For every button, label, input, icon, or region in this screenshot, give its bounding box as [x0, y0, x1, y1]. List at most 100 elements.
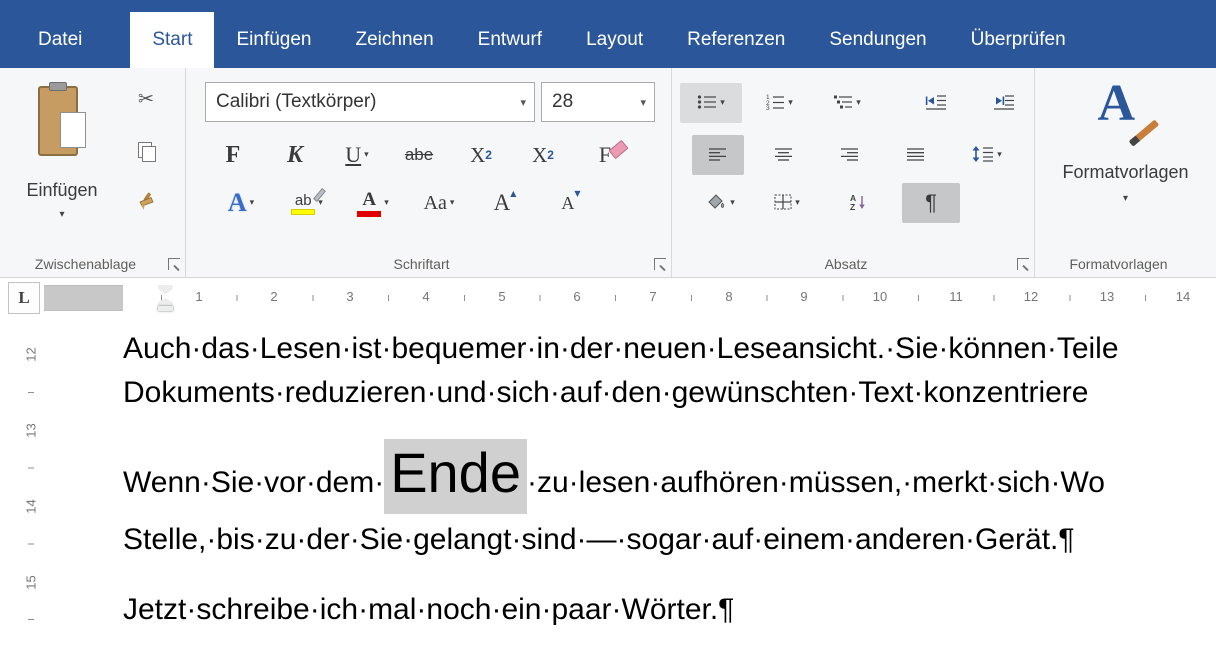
tab-entwurf[interactable]: Entwurf — [456, 12, 564, 68]
paragraph-mark-icon: ¶ — [925, 190, 937, 216]
format-painter-button[interactable] — [126, 186, 166, 220]
copy-icon — [142, 146, 154, 160]
align-left-button[interactable] — [692, 135, 744, 175]
multilevel-list-button[interactable]: ▾ — [816, 83, 878, 123]
tab-referenzen[interactable]: Referenzen — [665, 12, 807, 68]
text-effects-button[interactable]: A▾ — [214, 183, 268, 223]
bold-button[interactable]: F — [208, 135, 258, 175]
highlight-icon: ab — [291, 192, 315, 215]
svg-text:3: 3 — [766, 105, 770, 110]
justify-icon — [907, 147, 925, 164]
group-label-font: Schriftart — [186, 256, 657, 272]
horizontal-ruler[interactable]: 1 2 3 4 5 6 7 8 9 10 11 12 13 14 — [44, 285, 1216, 311]
italic-button[interactable]: K — [270, 135, 320, 175]
paste-label: Einfügen — [26, 180, 97, 201]
chevron-down-icon: ▾ — [1123, 193, 1128, 204]
group-font: Calibri (Textkörper) ▾ 28 ▾ F K U▾ abe X… — [186, 68, 672, 277]
dialog-launcher-icon[interactable] — [654, 258, 666, 270]
word-window: Datei Start Einfügen Zeichnen Entwurf La… — [0, 0, 1216, 662]
chevron-down-icon: ▾ — [730, 198, 735, 208]
tab-zeichnen[interactable]: Zeichnen — [334, 12, 456, 68]
numbering-button[interactable]: 123 ▾ — [748, 83, 810, 123]
text-line[interactable]: Wenn·Sie·vor·dem·Ende·zu·lesen·aufhören·… — [123, 440, 1105, 505]
dialog-launcher-icon[interactable] — [1017, 258, 1029, 270]
paste-button[interactable]: Einfügen ▾ — [12, 78, 112, 246]
underline-button[interactable]: U▾ — [332, 135, 382, 175]
selected-text[interactable]: Ende — [384, 439, 527, 514]
increase-indent-button[interactable] — [982, 83, 1026, 123]
font-name-select[interactable]: Calibri (Textkörper) ▾ — [205, 82, 535, 122]
borders-icon — [774, 194, 792, 213]
superscript-button[interactable]: X2 — [518, 135, 568, 175]
change-case-button[interactable]: Aa▾ — [412, 183, 466, 223]
ruler-ticks — [161, 295, 1216, 301]
tab-start[interactable]: Start — [130, 12, 214, 68]
decrease-indent-button[interactable] — [914, 83, 958, 123]
font-size-select[interactable]: 28 ▾ — [541, 82, 655, 122]
grow-font-button[interactable]: A▲ — [478, 183, 532, 223]
chevron-down-icon: ▾ — [384, 198, 389, 208]
tab-datei[interactable]: Datei — [16, 12, 104, 68]
left-indent-marker[interactable] — [158, 306, 173, 311]
format-painter-icon — [137, 192, 155, 215]
borders-button[interactable]: ▾ — [758, 183, 816, 223]
styles-gallery-button[interactable]: A Formatvorlagen ▾ — [1043, 74, 1208, 234]
chevron-down-icon: ▾ — [788, 98, 793, 108]
text-line[interactable]: Jetzt·schreibe·ich·mal·noch·ein·paar·Wör… — [123, 593, 734, 627]
paragraph-row-1: ▾ 123 ▾ ▾ — [680, 80, 1026, 126]
tab-einfuegen[interactable]: Einfügen — [214, 12, 333, 68]
document-page[interactable]: Auch·das·Lesen·ist·bequemer·in·der·neuen… — [44, 318, 1216, 662]
chevron-down-icon: ▾ — [59, 209, 64, 220]
chevron-down-icon: ▾ — [250, 198, 255, 208]
align-left-icon — [709, 147, 727, 164]
text-line[interactable]: Auch·das·Lesen·ist·bequemer·in·der·neuen… — [123, 332, 1119, 366]
chevron-down-icon: ▾ — [795, 198, 800, 208]
chevron-down-icon: ▾ — [364, 150, 369, 160]
shading-icon — [707, 194, 727, 213]
font-row-2: F K U▾ abe X2 X2 F — [208, 132, 630, 178]
align-right-button[interactable] — [824, 135, 876, 175]
subscript-button[interactable]: X2 — [456, 135, 506, 175]
chevron-down-icon: ▾ — [720, 98, 725, 108]
text-highlight-button[interactable]: ab ▾ — [280, 183, 334, 223]
ruler-margin-area — [44, 285, 123, 311]
font-color-button[interactable]: A ▾ — [346, 183, 400, 223]
bullets-button[interactable]: ▾ — [680, 83, 742, 123]
align-center-button[interactable] — [758, 135, 810, 175]
text-segment[interactable]: Wenn·Sie·vor·dem· — [123, 466, 384, 499]
multilevel-list-icon — [833, 94, 853, 113]
group-label-paragraph: Absatz — [672, 256, 1020, 272]
group-label-clipboard: Zwischenablage — [0, 256, 171, 272]
tab-layout[interactable]: Layout — [564, 12, 665, 68]
cut-button[interactable]: ✂ — [126, 82, 166, 116]
ribbon: Einfügen ▾ ✂ Zwischenablage Calibri (Tex… — [0, 68, 1216, 278]
scissors-icon: ✂ — [138, 88, 154, 110]
text-line[interactable]: Dokuments·reduzieren·und·sich·auf·den·ge… — [123, 376, 1088, 410]
chevron-down-icon: ▾ — [856, 98, 861, 108]
copy-button[interactable] — [126, 134, 166, 168]
brush-icon — [1134, 119, 1158, 141]
shrink-font-button[interactable]: A▼ — [544, 183, 598, 223]
tab-sendungen[interactable]: Sendungen — [807, 12, 948, 68]
clipboard-icon — [38, 82, 86, 168]
clear-formatting-button[interactable]: F — [580, 135, 630, 175]
dialog-launcher-icon[interactable] — [168, 258, 180, 270]
sort-button[interactable]: AZ — [836, 183, 880, 223]
text-line[interactable]: Stelle,·bis·zu·der·Sie·gelangt·sind·—·so… — [123, 523, 1075, 557]
show-formatting-marks-button[interactable]: ¶ — [902, 183, 960, 223]
line-spacing-button[interactable]: ▾ — [956, 135, 1018, 175]
svg-text:Z: Z — [850, 202, 855, 210]
group-paragraph: ▾ 123 ▾ ▾ — [672, 68, 1035, 277]
text-segment[interactable]: ·zu·lesen·aufhören·müssen,·merkt·sich·Wo — [527, 466, 1105, 499]
increase-indent-icon — [993, 94, 1015, 113]
tab-stop-selector[interactable]: L — [8, 282, 40, 314]
font-size-value: 28 — [552, 91, 573, 113]
tab-ueberpruefen[interactable]: Überprüfen — [949, 12, 1088, 68]
shading-button[interactable]: ▾ — [692, 183, 750, 223]
vertical-ruler[interactable]: 12 13 14 15 — [18, 318, 44, 662]
first-line-indent-marker[interactable] — [158, 285, 173, 294]
justify-button[interactable] — [890, 135, 942, 175]
clear-formatting-icon: F — [599, 142, 611, 168]
strikethrough-button[interactable]: abe — [394, 135, 444, 175]
text-effects-icon: A — [228, 188, 247, 218]
